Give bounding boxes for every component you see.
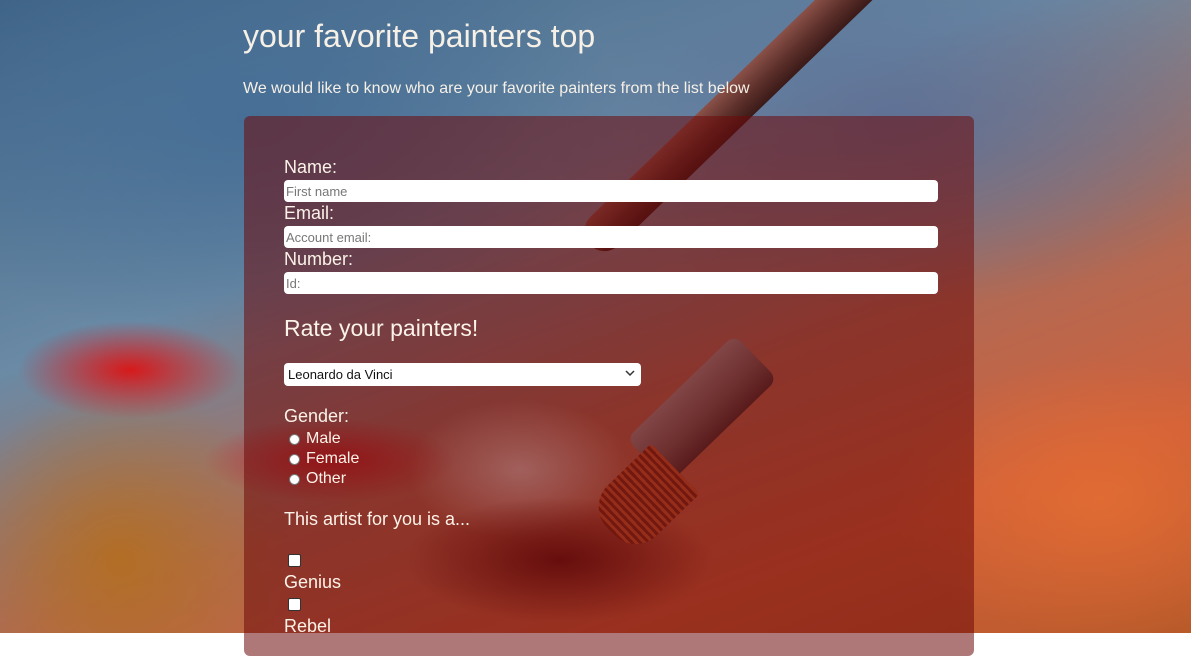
painter-select[interactable]: Leonardo da Vinci — [284, 363, 641, 386]
rebel-checkbox[interactable] — [288, 598, 301, 611]
gender-option-label: Male — [306, 430, 341, 447]
gender-option-other[interactable]: Other — [289, 469, 346, 489]
chevron-down-icon — [625, 370, 635, 377]
survey-form: Name: Email: Number: Rate your painters!… — [244, 116, 974, 656]
email-input[interactable] — [284, 226, 938, 248]
genius-label: Genius — [284, 572, 342, 592]
page-title: your favorite painters top — [243, 18, 596, 54]
gender-radio-other[interactable] — [289, 473, 300, 485]
artist-heading: This artist for you is a... — [284, 509, 471, 529]
rebel-label: Rebel — [284, 616, 332, 636]
gender-option-male[interactable]: Male — [289, 429, 341, 449]
number-input[interactable] — [284, 272, 938, 294]
gender-option-female[interactable]: Female — [289, 449, 359, 469]
gender-radio-female[interactable] — [289, 453, 300, 465]
gender-label: Gender: — [284, 406, 350, 426]
rate-heading: Rate your painters! — [284, 315, 479, 341]
page: your favorite painters top We would like… — [0, 0, 1191, 656]
gender-radio-male[interactable] — [289, 433, 300, 445]
gender-option-label: Female — [306, 450, 360, 467]
genius-checkbox[interactable] — [288, 554, 301, 567]
number-label: Number: — [284, 249, 354, 269]
email-label: Email: — [284, 203, 335, 223]
gender-option-label: Other — [306, 470, 347, 487]
painter-select-value: Leonardo da Vinci — [288, 367, 393, 382]
name-input[interactable] — [284, 180, 938, 202]
name-label: Name: — [284, 157, 338, 177]
page-subtitle: We would like to know who are your favor… — [243, 80, 750, 97]
